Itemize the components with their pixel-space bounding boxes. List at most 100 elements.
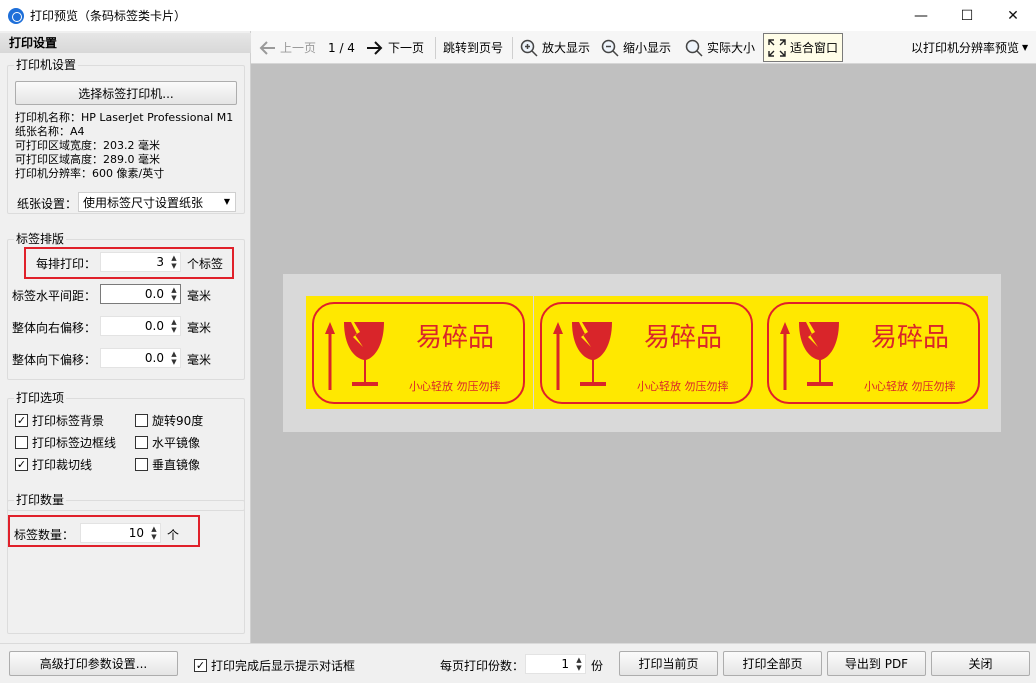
checkbox-label: 垂直镜像 — [152, 458, 201, 472]
checkbox-print-border[interactable]: 打印标签边框线 — [15, 434, 116, 451]
paper-name-info: 纸张名称：A4 — [15, 125, 85, 138]
printable-width-info: 可打印区域宽度：203.2 毫米 — [15, 139, 160, 152]
copies-label: 每页打印份数： — [440, 659, 525, 673]
chevron-down-icon: ▼ — [1022, 43, 1029, 52]
checkbox-label: 打印完成后显示提示对话框 — [211, 659, 356, 673]
printer-name-info: 打印机名称：HP LaserJet Professional M1 — [15, 111, 234, 124]
printable-height-info: 可打印区域高度：289.0 毫米 — [15, 153, 160, 166]
right-offset-label: 整体向右偏移： — [12, 321, 97, 335]
label-subtitle: 小心轻放 勿压勿摔 — [409, 380, 501, 393]
prev-page-button[interactable]: 上一页 — [257, 31, 316, 64]
fragile-glass-icon — [553, 322, 612, 390]
down-offset-value: 0.0 — [144, 351, 164, 365]
checkbox-horizontal-mirror[interactable]: 水平镜像 — [135, 434, 200, 451]
printer-settings-group: 打印机设置 选择标签打印机... 打印机名称：HP LaserJet Profe… — [7, 58, 245, 214]
checkbox-unchecked-icon — [15, 436, 28, 449]
fragile-label: 易碎品 小心轻放 勿压勿摔 — [534, 296, 761, 409]
toolbar: 上一页 1 / 4 下一页 跳转到页号 放大显示 缩小显示 实际大小 适合窗口 … — [251, 31, 1036, 64]
h-gap-value: 0.0 — [144, 287, 164, 301]
checkbox-label: 打印裁切线 — [32, 458, 93, 472]
group-title-quantity: 打印数量 — [14, 493, 67, 507]
spin-arrows-icon[interactable]: ▲ ▼ — [168, 317, 180, 335]
h-gap-unit: 毫米 — [187, 289, 212, 303]
label-subtitle: 小心轻放 勿压勿摔 — [637, 380, 729, 393]
magnifier-icon — [684, 38, 704, 58]
checkbox-label: 打印标签边框线 — [32, 436, 117, 450]
fit-window-label: 适合窗口 — [790, 41, 839, 55]
export-pdf-button[interactable]: 导出到 PDF — [827, 651, 926, 676]
next-page-label: 下一页 — [388, 41, 425, 55]
checkbox-checked-icon: ✓ — [15, 458, 28, 471]
h-gap-label: 标签水平间距： — [12, 289, 97, 303]
zoom-in-label: 放大显示 — [542, 41, 591, 55]
bottom-bar: 高级打印参数设置... ✓ 打印完成后显示提示对话框 每页打印份数： 1 ▲ ▼ … — [0, 643, 1036, 683]
checkbox-unchecked-icon — [135, 458, 148, 471]
checkbox-unchecked-icon — [135, 414, 148, 427]
checkbox-vertical-mirror[interactable]: 垂直镜像 — [135, 456, 200, 473]
group-title-printer: 打印机设置 — [14, 58, 79, 72]
zoom-in-button[interactable]: 放大显示 — [519, 31, 590, 64]
checkbox-checked-icon: ✓ — [194, 659, 207, 672]
right-offset-unit: 毫米 — [187, 321, 212, 335]
fit-window-icon — [767, 38, 787, 58]
arrow-left-icon — [257, 38, 277, 58]
actual-size-button[interactable]: 实际大小 — [684, 31, 755, 64]
toolbar-separator — [435, 37, 436, 59]
actual-size-label: 实际大小 — [707, 41, 756, 55]
copies-stepper[interactable]: 1 ▲ ▼ — [525, 654, 586, 674]
arrow-right-icon — [365, 38, 385, 58]
settings-panel: 打印设置 打印机设置 选择标签打印机... 打印机名称：HP LaserJet … — [0, 31, 251, 643]
preview-canvas[interactable]: 易碎品 小心轻放 勿压勿摔 易碎品 小心轻放 勿压勿摔 易碎品 小心轻放 勿压勿… — [251, 64, 1036, 643]
maximize-button[interactable]: ☐ — [944, 0, 990, 31]
print-all-button[interactable]: 打印全部页 — [723, 651, 822, 676]
fragile-glass-icon — [325, 322, 384, 390]
zoom-in-icon — [519, 38, 539, 58]
fragile-glass-icon — [780, 322, 839, 390]
spin-arrows-icon[interactable]: ▲ ▼ — [168, 285, 180, 303]
close-button[interactable]: 关闭 — [931, 651, 1030, 676]
print-current-button[interactable]: 打印当前页 — [619, 651, 718, 676]
group-title-options: 打印选项 — [14, 391, 67, 405]
select-printer-button[interactable]: 选择标签打印机... — [15, 81, 237, 105]
label-title: 易碎品 — [871, 323, 950, 353]
label-title: 易碎品 — [644, 323, 723, 353]
window-title: 打印预览（条码标签类卡片） — [30, 9, 187, 23]
checkbox-label: 打印标签背景 — [32, 414, 105, 428]
right-offset-value: 0.0 — [144, 319, 164, 333]
close-window-button[interactable]: ✕ — [990, 0, 1036, 31]
preview-mode-dropdown[interactable]: 以打印机分辨率预览 ▼ — [911, 31, 1028, 64]
zoom-out-button[interactable]: 缩小显示 — [600, 31, 671, 64]
checkbox-label: 旋转90度 — [152, 414, 204, 428]
preview-page: 易碎品 小心轻放 勿压勿摔 易碎品 小心轻放 勿压勿摔 易碎品 小心轻放 勿压勿… — [283, 274, 1001, 432]
right-offset-stepper[interactable]: 0.0 ▲ ▼ — [100, 316, 181, 336]
minimize-button[interactable]: — — [898, 0, 944, 31]
toolbar-separator — [512, 37, 513, 59]
label-subtitle: 小心轻放 勿压勿摔 — [864, 380, 956, 393]
checkbox-print-cut-line[interactable]: ✓ 打印裁切线 — [15, 456, 92, 473]
h-gap-stepper[interactable]: 0.0 ▲ ▼ — [100, 284, 181, 304]
checkbox-unchecked-icon — [135, 436, 148, 449]
fit-window-button[interactable]: 适合窗口 — [763, 33, 844, 62]
spin-arrows-icon[interactable]: ▲ ▼ — [573, 655, 585, 673]
jump-page-button[interactable]: 跳转到页号 — [443, 31, 503, 64]
paper-setting-select[interactable]: 使用标签尺寸设置纸张 ▼ — [78, 192, 236, 212]
zoom-out-icon — [600, 38, 620, 58]
fragile-label: 易碎品 小心轻放 勿压勿摔 — [761, 296, 988, 409]
preview-mode-label: 以打印机分辨率预览 — [911, 41, 1020, 55]
advanced-settings-button[interactable]: 高级打印参数设置... — [9, 651, 178, 676]
copies-unit: 份 — [591, 659, 604, 673]
copies-value: 1 — [561, 657, 569, 671]
checkbox-checked-icon: ✓ — [15, 414, 28, 427]
paper-setting-value: 使用标签尺寸设置纸张 — [83, 195, 204, 210]
checkbox-print-background[interactable]: ✓ 打印标签背景 — [15, 412, 104, 429]
down-offset-stepper[interactable]: 0.0 ▲ ▼ — [100, 348, 181, 368]
next-page-button[interactable]: 下一页 — [365, 31, 424, 64]
checkbox-show-prompt[interactable]: ✓ 打印完成后显示提示对话框 — [194, 657, 355, 674]
prev-page-label: 上一页 — [280, 41, 317, 55]
title-bar: 打印预览（条码标签类卡片） — ☐ ✕ — [0, 0, 1036, 31]
down-offset-unit: 毫米 — [187, 353, 212, 367]
paper-setting-label: 纸张设置： — [17, 197, 78, 211]
spin-arrows-icon[interactable]: ▲ ▼ — [168, 349, 180, 367]
checkbox-rotate-90[interactable]: 旋转90度 — [135, 412, 203, 429]
panel-header: 打印设置 — [0, 33, 251, 53]
